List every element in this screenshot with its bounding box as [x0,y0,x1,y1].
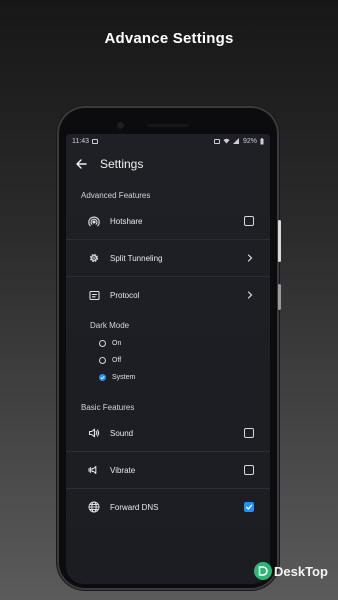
status-time: 11:43 [72,137,89,145]
back-arrow-icon[interactable] [74,157,88,171]
radio-label: On [112,340,122,347]
advanced-features-title: Advanced Features [81,191,151,200]
vibrate-icon [88,464,100,476]
setting-label: Protocol [110,290,140,300]
battery-icon [260,137,264,145]
radio-button[interactable] [99,340,106,347]
status-bar: 11:43 92% [66,134,270,148]
app-bar: Settings [66,150,270,178]
basic-features-list: Sound Vibrate Forward DNS [66,415,270,525]
dark-mode-title: Dark Mode [90,321,130,330]
forward-dns-checkbox[interactable] [244,502,254,512]
setting-label: Vibrate [110,465,136,475]
watermark: DeskTop [254,562,328,580]
setting-row-sound[interactable]: Sound [66,415,270,452]
hotshare-checkbox[interactable] [244,216,254,226]
setting-row-protocol[interactable]: Protocol [66,277,270,313]
volume-button [278,284,281,310]
watermark-logo-icon [254,562,272,580]
setting-label: Sound [110,428,134,438]
radio-label: Off [112,357,122,364]
page-title: Settings [100,157,144,171]
speaker-icon [88,427,100,439]
advanced-features-list: Hotshare Split Tunneling Protocol [66,203,270,313]
phone-screen: 11:43 92% Settings Advanced Features Hot… [66,134,270,584]
phone-frame: 11:43 92% Settings Advanced Features Hot… [59,108,281,588]
dark-mode-option-on[interactable]: On [66,335,270,352]
battery-percent: 92% [242,137,257,145]
gear-icon [88,252,100,264]
setting-row-forward-dns[interactable]: Forward DNS [66,489,270,525]
dark-mode-radio-group: On Off System [66,335,270,386]
front-camera [117,122,124,129]
dark-mode-option-off[interactable]: Off [66,352,270,369]
watermark-text: DeskTop [274,563,328,579]
radio-label: System [112,374,136,381]
radio-button[interactable] [99,357,106,364]
setting-label: Split Tunneling [110,253,163,263]
setting-label: Hotshare [110,216,143,226]
notification-icon [213,138,220,144]
basic-features-title: Basic Features [81,403,135,412]
protocol-icon [88,289,100,301]
setting-row-split-tunneling[interactable]: Split Tunneling [66,240,270,277]
promo-title: Advance Settings [104,30,234,47]
dark-mode-option-system[interactable]: System [66,369,270,386]
chevron-right-icon [246,254,254,262]
dns-icon [88,501,100,513]
vibrate-checkbox[interactable] [244,465,254,475]
wifi-icon [223,138,230,144]
power-button [278,220,281,262]
image-notification-icon [92,138,98,144]
setting-row-hotshare[interactable]: Hotshare [66,203,270,240]
signal-icon [232,138,240,144]
earpiece-speaker [147,124,189,127]
chevron-right-icon [246,291,254,299]
hotspot-icon [88,215,100,227]
setting-label: Forward DNS [110,502,159,512]
radio-button-selected[interactable] [99,374,106,381]
sound-checkbox[interactable] [244,428,254,438]
setting-row-vibrate[interactable]: Vibrate [66,452,270,489]
